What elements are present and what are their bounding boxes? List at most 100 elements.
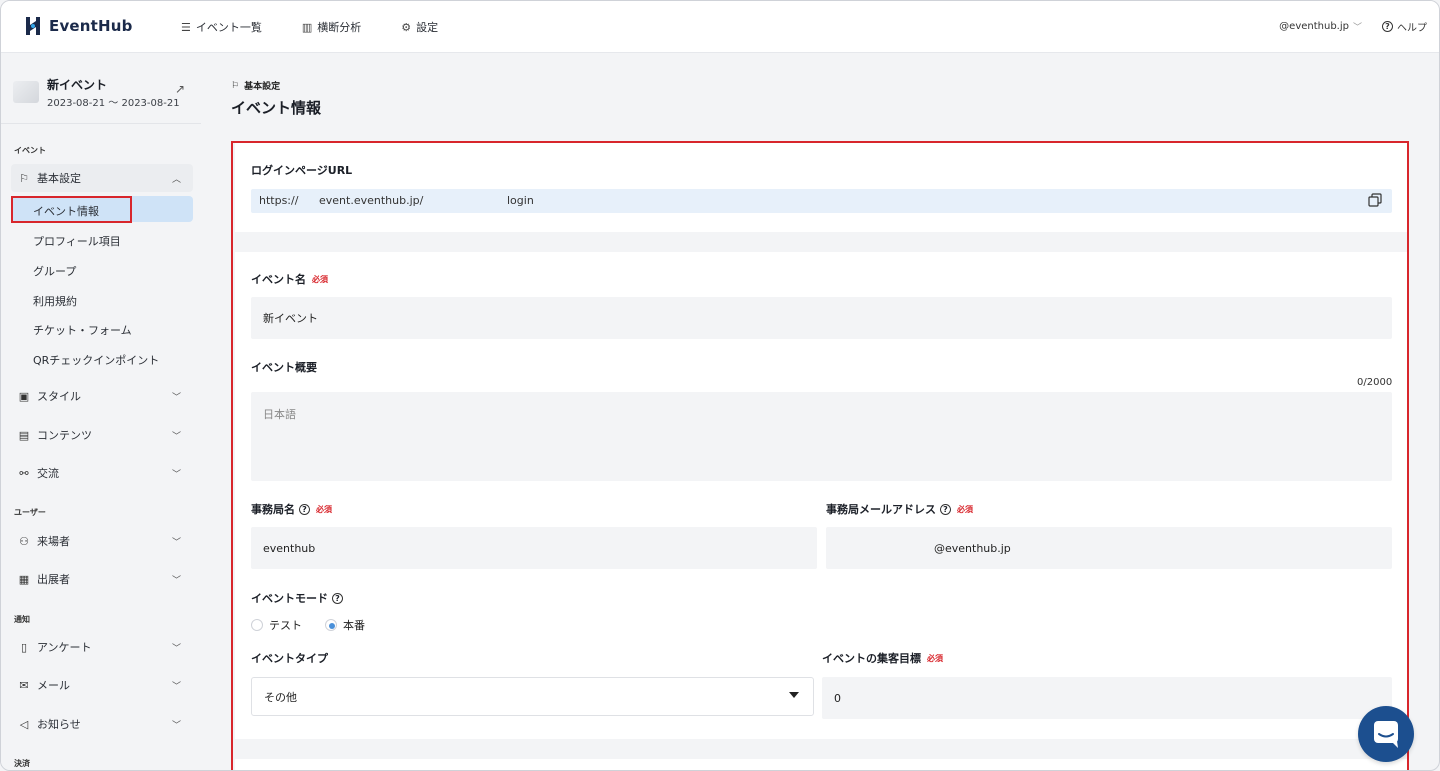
url-domain: event.eventhub.jp/ (319, 194, 424, 207)
help-link[interactable]: ? ヘルプ (1382, 19, 1427, 34)
office-name-input[interactable]: eventhub (251, 527, 817, 569)
external-link-icon[interactable]: ↗ (175, 82, 185, 96)
required-badge: 必須 (927, 653, 943, 663)
help-icon: ? (1382, 21, 1393, 32)
chevron-down-icon: ﹀ (171, 392, 181, 403)
url-suffix: login (507, 194, 534, 207)
sidebar-subitem-groups[interactable]: グループ (33, 263, 76, 279)
account-menu[interactable]: @eventhub.jp ﹀ (1279, 20, 1362, 33)
nav-label: 横断分析 (317, 21, 362, 34)
nav-event-list[interactable]: ☰ イベント一覧 (181, 19, 262, 35)
label-text: イベント名 (251, 273, 306, 286)
help-icon[interactable]: ? (332, 592, 343, 604)
sidebar-item-label: 交流 (37, 467, 59, 480)
radio-button[interactable] (251, 619, 263, 631)
sidebar-subitem-terms[interactable]: 利用規約 (33, 293, 77, 309)
sidebar-item-visitors[interactable]: ⚇ 来場者 ﹀ (11, 527, 193, 555)
radio-test[interactable]: テスト (251, 617, 302, 633)
sidebar-item-label: お知らせ (37, 718, 81, 731)
bar-chart-icon: ▥ (301, 20, 313, 34)
login-url-field: https:// event.eventhub.jp/ login (251, 189, 1392, 213)
chevron-down-icon: ﹀ (1352, 23, 1362, 33)
section-label-notify: 通知 (14, 615, 30, 624)
network-icon: ⚯ (19, 466, 29, 480)
label-text: イベント概要 (251, 361, 317, 374)
mail-icon: ✉ (19, 678, 29, 692)
sidebar-item-basic-settings[interactable]: ⚐ 基本設定 ︿ (11, 164, 193, 192)
attendance-goal-label: イベントの集客目標 必須 (822, 650, 943, 666)
help-label: ヘルプ (1397, 23, 1427, 34)
sidebar-subitem-profile-fields[interactable]: プロフィール項目 (33, 233, 121, 249)
label-text: ログインページURL (251, 164, 353, 177)
office-name-label: 事務局名 ? 必須 (251, 501, 332, 517)
url-prefix: https:// (259, 194, 299, 207)
event-form-card: イベント名 必須 新イベント イベント概要 0/2000 日本語 事務局名 ? … (235, 252, 1407, 739)
radio-production[interactable]: 本番 (325, 617, 365, 633)
label-text: イベントタイプ (251, 652, 328, 665)
flag-icon: ⚐ (19, 171, 29, 185)
image-icon: ▣ (18, 389, 30, 403)
sidebar-item-mail[interactable]: ✉ メール ﹀ (11, 671, 193, 699)
chevron-down-icon: ﹀ (171, 469, 181, 480)
sidebar-item-label: アンケート (37, 641, 92, 654)
copy-icon[interactable] (1368, 193, 1382, 207)
event-mode-label: イベントモード ? (251, 590, 343, 606)
event-summary-label: イベント概要 (251, 359, 317, 375)
logo[interactable]: EventHub (23, 15, 133, 37)
building-icon: ▦ (18, 572, 30, 586)
sidebar-item-label: メール (37, 679, 70, 692)
label-text: 事務局メールアドレス (826, 503, 936, 516)
chat-support-button[interactable] (1358, 706, 1414, 762)
nav-label: 設定 (416, 21, 439, 34)
top-bar: EventHub ☰ イベント一覧 ▥ 横断分析 ⚙ 設定 @eventhub.… (1, 1, 1439, 53)
office-email-label: 事務局メールアドレス ? 必須 (826, 501, 973, 517)
logo-text: EventHub (49, 17, 133, 35)
section-label-user: ユーザー (14, 508, 46, 517)
divider (1, 123, 201, 124)
chevron-down-icon: ﹀ (171, 720, 181, 731)
event-name: 新イベント (47, 78, 108, 92)
app-window: EventHub ☰ イベント一覧 ▥ 横断分析 ⚙ 設定 @eventhub.… (0, 0, 1440, 771)
sidebar-item-label: コンテンツ (37, 429, 92, 442)
gear-icon: ⚙ (401, 20, 412, 34)
top-right-menu: @eventhub.jp ﹀ ? ヘルプ (1279, 19, 1427, 34)
event-name-label: イベント名 必須 (251, 271, 328, 287)
sidebar-item-notice[interactable]: ◁ お知らせ ﹀ (11, 710, 193, 738)
sidebar-subitem-qr-checkin[interactable]: QRチェックインポイント (33, 352, 159, 368)
event-info-panel: ログインページURL https:// event.eventhub.jp/ l… (231, 141, 1409, 770)
event-name-input[interactable]: 新イベント (251, 297, 1392, 339)
help-icon[interactable]: ? (940, 503, 951, 515)
required-badge: 必須 (312, 274, 328, 284)
sidebar-item-contents[interactable]: ▤ コンテンツ ﹀ (11, 421, 193, 449)
top-nav: ☰ イベント一覧 ▥ 横断分析 ⚙ 設定 (181, 19, 438, 35)
nav-label: イベント一覧 (195, 21, 262, 34)
event-dates: 2023-08-21 〜 2023-08-21 (47, 98, 180, 109)
nav-cross-analysis[interactable]: ▥ 横断分析 (302, 19, 361, 35)
sidebar-subitem-ticket-form[interactable]: チケット・フォーム (33, 322, 132, 338)
required-badge: 必須 (316, 504, 332, 514)
user-icon: ⚇ (19, 534, 29, 548)
login-url-label: ログインページURL (251, 162, 352, 178)
next-card (235, 759, 1407, 770)
chevron-down-icon: ﹀ (171, 681, 181, 692)
account-email: @eventhub.jp (1279, 21, 1349, 32)
event-summary-textarea[interactable]: 日本語 (251, 392, 1392, 481)
login-url-card: ログインページURL https:// event.eventhub.jp/ l… (235, 143, 1407, 232)
chevron-down-icon: ﹀ (171, 643, 181, 654)
label-text: 事務局名 (251, 503, 295, 516)
event-type-select[interactable]: その他 (251, 677, 814, 716)
nav-settings[interactable]: ⚙ 設定 (401, 19, 438, 35)
breadcrumb: ⚐ 基本設定 (231, 79, 280, 93)
office-email-input[interactable]: @eventhub.jp (826, 527, 1392, 569)
document-icon: ▤ (18, 428, 30, 442)
attendance-goal-input[interactable]: 0 (822, 677, 1392, 719)
sidebar-item-style[interactable]: ▣ スタイル ﹀ (11, 382, 193, 410)
sidebar-item-exchange[interactable]: ⚯ 交流 ﹀ (11, 459, 193, 487)
sidebar-item-survey[interactable]: ▯ アンケート ﹀ (11, 633, 193, 661)
chat-icon (1374, 721, 1398, 748)
radio-button-checked[interactable] (325, 619, 337, 631)
sidebar-subitem-event-info[interactable]: イベント情報 (33, 203, 99, 219)
sidebar: 新イベント 2023-08-21 〜 2023-08-21 ↗ イベント ⚐ 基… (1, 54, 201, 770)
help-icon[interactable]: ? (299, 503, 310, 515)
sidebar-item-exhibitors[interactable]: ▦ 出展者 ﹀ (11, 565, 193, 593)
